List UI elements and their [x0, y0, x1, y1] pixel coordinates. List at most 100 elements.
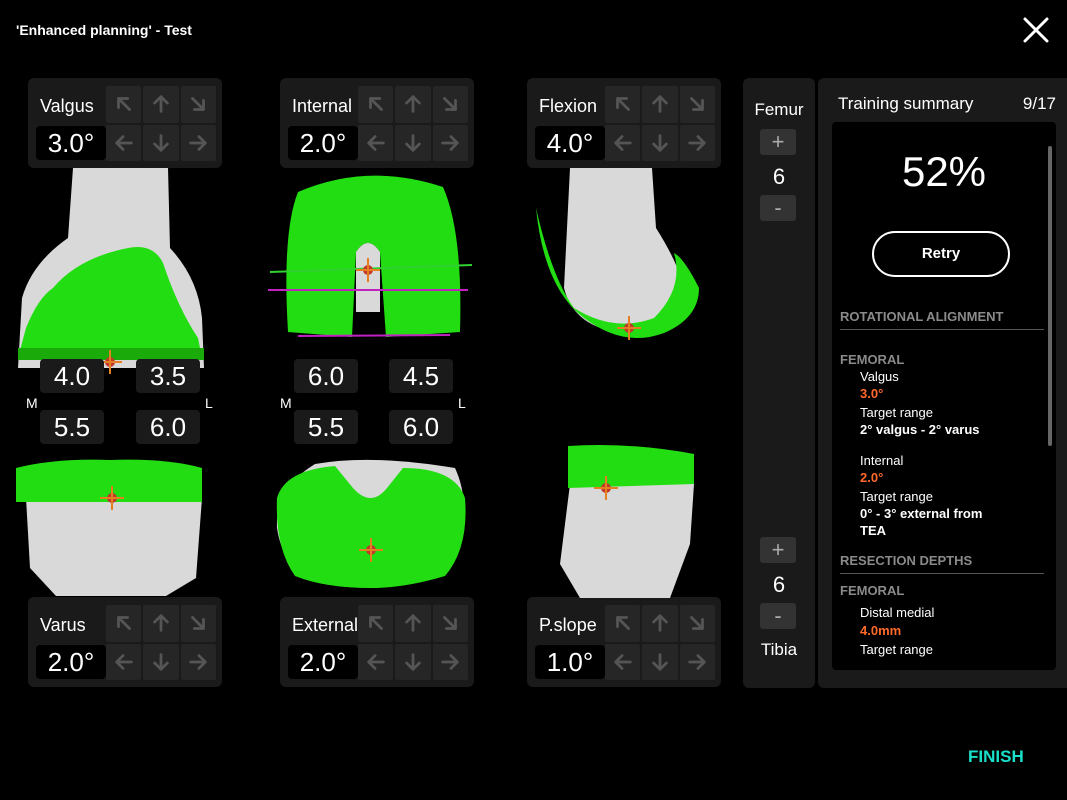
arrow-up-button[interactable] — [143, 605, 179, 642]
valgus-summary-value: 3.0° — [860, 386, 884, 401]
arrow-up-left-icon — [368, 97, 383, 112]
tibia-plus-button[interactable]: + — [760, 537, 796, 563]
size-column: Femur + 6 - + 6 - Tibia — [743, 78, 815, 688]
femur-sagittal-view[interactable] — [534, 168, 706, 353]
arrow-down-right-button[interactable] — [679, 605, 715, 642]
arrow-down-icon — [405, 134, 421, 152]
arrow-left-button[interactable] — [358, 643, 394, 680]
arrow-down-button[interactable] — [395, 643, 431, 680]
arrow-down-icon — [153, 134, 169, 152]
arrow-up-button[interactable] — [143, 86, 179, 123]
page-counter: 9/17 — [1022, 94, 1056, 113]
arrow-left-button[interactable] — [605, 124, 641, 161]
arrow-up-left-button[interactable] — [358, 605, 394, 642]
arrow-down-right-icon — [443, 97, 458, 112]
summary-content[interactable]: 52% Retry ROTATIONAL ALIGNMENT FEMORAL V… — [832, 122, 1056, 670]
arrow-left-button[interactable] — [358, 124, 394, 161]
tibia-axial-view[interactable] — [275, 458, 467, 598]
scrollbar[interactable] — [1048, 146, 1052, 446]
arrow-down-right-icon — [191, 616, 206, 631]
arrow-down-button[interactable] — [642, 124, 678, 161]
close-icon[interactable] — [1018, 12, 1054, 48]
arrow-left-icon — [366, 134, 385, 151]
external-value: 2.0° — [288, 645, 358, 679]
arrow-up-button[interactable] — [395, 86, 431, 123]
arrow-up-button[interactable] — [642, 86, 678, 123]
arrow-up-icon — [405, 614, 421, 632]
internal-control: Internal 2.0° — [280, 78, 474, 168]
target-range-label: Target range — [860, 642, 933, 657]
arrow-up-left-button[interactable] — [605, 86, 641, 123]
arrow-right-icon — [189, 134, 208, 151]
arrow-right-button[interactable] — [180, 124, 216, 161]
arrow-right-button[interactable] — [180, 643, 216, 680]
tibia-coronal-view[interactable] — [16, 458, 204, 598]
summary-title: Training summary — [838, 94, 974, 113]
direction-pad — [106, 605, 216, 680]
arrow-left-button[interactable] — [106, 124, 142, 161]
medial-label: M — [280, 395, 292, 411]
arrow-down-right-icon — [191, 97, 206, 112]
arrow-down-right-button[interactable] — [679, 86, 715, 123]
femur-minus-button[interactable]: - — [760, 195, 796, 221]
arrow-up-left-button[interactable] — [605, 605, 641, 642]
femur-coronal-view[interactable] — [18, 168, 204, 388]
external-label: External — [292, 615, 359, 635]
tibia-label: Tibia — [760, 640, 798, 659]
arrow-right-icon — [688, 653, 707, 670]
internal-summary-label: Internal — [860, 453, 904, 468]
subsection-heading: FEMORAL — [840, 583, 905, 598]
arrow-left-button[interactable] — [605, 643, 641, 680]
arrow-up-button[interactable] — [642, 605, 678, 642]
arrow-down-icon — [405, 653, 421, 671]
valgus-control: Valgus 3.0° — [28, 78, 222, 168]
arrow-down-right-button[interactable] — [432, 605, 468, 642]
arrow-down-right-button[interactable] — [180, 605, 216, 642]
arrow-right-icon — [441, 653, 460, 670]
arrow-down-right-icon — [690, 97, 705, 112]
finish-button[interactable]: FINISH — [968, 747, 1024, 767]
arrow-up-icon — [153, 95, 169, 113]
tibia-minus-button[interactable]: - — [760, 603, 796, 629]
arrow-down-right-button[interactable] — [180, 86, 216, 123]
arrow-right-button[interactable] — [432, 643, 468, 680]
arrow-down-button[interactable] — [143, 643, 179, 680]
valgus-value: 3.0° — [36, 126, 106, 160]
arrow-up-left-icon — [368, 616, 383, 631]
valgus-summary-label: Valgus — [860, 369, 899, 384]
pslope-label: P.slope — [539, 615, 597, 635]
arrow-down-button[interactable] — [642, 643, 678, 680]
arrow-up-left-icon — [116, 97, 131, 112]
arrow-up-button[interactable] — [395, 605, 431, 642]
arrow-up-left-button[interactable] — [106, 605, 142, 642]
arrow-up-icon — [652, 95, 668, 113]
distal-medial-value: 4.0mm — [860, 623, 902, 638]
section-heading: RESECTION DEPTHS — [840, 553, 1044, 574]
arrow-down-right-icon — [443, 616, 458, 631]
pslope-value: 1.0° — [535, 645, 605, 679]
direction-pad — [605, 86, 715, 161]
arrow-left-icon — [114, 653, 133, 670]
arrow-up-left-button[interactable] — [358, 86, 394, 123]
arrow-down-button[interactable] — [395, 124, 431, 161]
depth-value: 6.0 — [136, 410, 200, 444]
arrow-down-right-button[interactable] — [432, 86, 468, 123]
arrow-right-button[interactable] — [432, 124, 468, 161]
femur-axial-view[interactable] — [268, 172, 472, 342]
arrow-up-left-button[interactable] — [106, 86, 142, 123]
retry-button[interactable]: Retry — [872, 231, 1010, 277]
arrow-left-icon — [366, 653, 385, 670]
arrow-left-icon — [613, 653, 632, 670]
arrow-right-button[interactable] — [679, 124, 715, 161]
subsection-heading: FEMORAL — [840, 352, 905, 367]
lateral-label: L — [205, 395, 213, 411]
femur-plus-button[interactable]: + — [760, 129, 796, 155]
femur-label: Femur — [754, 100, 804, 119]
arrow-left-button[interactable] — [106, 643, 142, 680]
pslope-control: P.slope 1.0° — [527, 597, 721, 687]
direction-pad — [358, 605, 468, 680]
tibia-sagittal-view[interactable] — [560, 444, 700, 598]
arrow-right-button[interactable] — [679, 643, 715, 680]
distal-medial-label: Distal medial — [860, 605, 935, 620]
arrow-down-button[interactable] — [143, 124, 179, 161]
